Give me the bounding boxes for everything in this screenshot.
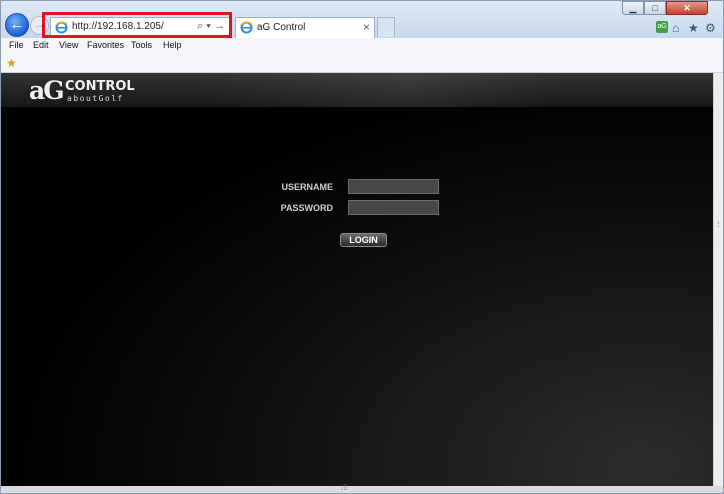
logo-about-golf-text: aboutGolf [67, 94, 124, 103]
menu-favorites[interactable]: Favorites [87, 40, 124, 50]
back-button[interactable]: ← [5, 13, 29, 37]
ag-extension-icon[interactable]: aG [656, 21, 668, 33]
browser-toolbar: ← → http://192.168.1.205/ ⌕ ▾ → aG Contr… [1, 1, 723, 38]
menu-help[interactable]: Help [163, 40, 182, 50]
scroll-grip-icon: ⋮ [715, 221, 722, 228]
gear-icon[interactable]: ⚙ [705, 21, 716, 35]
browser-window: ← → http://192.168.1.205/ ⌕ ▾ → aG Contr… [0, 0, 724, 494]
menu-file[interactable]: File [9, 40, 24, 50]
favorites-bar: ★ [1, 53, 723, 73]
home-icon[interactable]: ⌂ [672, 21, 679, 35]
app-header: aG CONTROL aboutGolf [1, 73, 713, 108]
close-window-button[interactable]: ✕ [666, 1, 708, 15]
horizontal-scrollbar[interactable]: ⁞⁞⁞ [1, 483, 723, 493]
close-tab-icon[interactable]: × [363, 20, 370, 34]
menu-view[interactable]: View [59, 40, 78, 50]
minimize-button[interactable]: ▁ [622, 1, 644, 15]
vertical-scrollbar[interactable]: ⋮ [713, 73, 723, 486]
logo-control-text: CONTROL [65, 79, 135, 94]
login-button[interactable]: LOGIN [340, 233, 387, 247]
menu-bar: File Edit View Favorites Tools Help [1, 38, 723, 53]
favorites-star-icon[interactable]: ★ [688, 21, 699, 35]
tab-ag-control[interactable]: aG Control × [235, 17, 375, 38]
page-content: aG CONTROL aboutGolf USERNAME PASSWORD L… [1, 73, 713, 486]
password-label: PASSWORD [280, 203, 333, 213]
menu-tools[interactable]: Tools [131, 40, 152, 50]
maximize-button[interactable]: □ [644, 1, 666, 15]
add-favorite-star-icon[interactable]: ★ [6, 56, 17, 70]
address-highlight-box [42, 12, 232, 38]
scroll-grip-icon: ⁞⁞⁞ [341, 483, 348, 492]
new-tab-button[interactable] [377, 17, 395, 37]
menu-edit[interactable]: Edit [33, 40, 49, 50]
tab-title: aG Control [257, 22, 306, 33]
ie-logo-icon [240, 21, 253, 37]
username-field[interactable] [348, 179, 439, 194]
password-field[interactable] [348, 200, 439, 215]
username-label: USERNAME [281, 182, 333, 192]
logo-ag-text: aG [29, 76, 65, 105]
